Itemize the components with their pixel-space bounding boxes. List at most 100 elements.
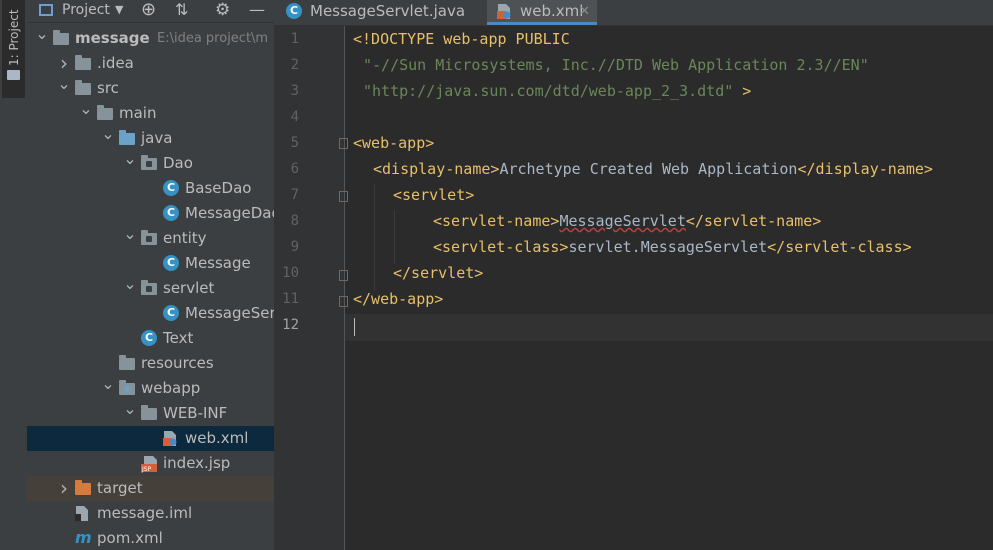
project-tool-tab-label: 1: Project [7,9,21,66]
tree-item-idea[interactable]: › .idea [27,51,274,76]
xml-file-icon [497,4,511,19]
tree-item-pom-xml[interactable]: m pom.xml [27,526,274,550]
doctype-token: > [733,82,752,100]
tree-item-resources[interactable]: resources [27,351,274,376]
chevron-down-icon[interactable]: ▼ [115,0,123,22]
tree-item-target[interactable]: › target [27,476,274,501]
class-icon: C [163,305,179,321]
chevron-down-icon[interactable]: ⌄ [123,226,137,251]
tree-item-basedao[interactable]: C BaseDao [27,176,274,201]
line-number: 5 [290,135,299,151]
code-line-11: </web-app> [353,286,443,312]
tree-item-message[interactable]: C Message [27,251,274,276]
text-token: servlet.MessageServlet [568,238,768,256]
chevron-right-icon[interactable]: › [57,476,71,501]
tree-item-label: Dao [163,154,193,172]
hide-panel-icon[interactable]: — [249,0,265,22]
tab-messageservlet-java[interactable]: C MessageServlet.java [278,0,483,25]
chevron-down-icon[interactable]: ⌄ [101,376,115,401]
chevron-down-icon[interactable]: ⌄ [79,101,93,126]
tree-item-label: web.xml [185,429,249,447]
jsp-file-icon: JSP [141,456,157,473]
tree-item-messagedao[interactable]: C MessageDao [27,201,274,226]
folder-icon [141,405,157,420]
line-number: 7 [290,187,299,203]
tree-item-message-iml[interactable]: message.iml [27,501,274,526]
tree-item-src[interactable]: ⌄ src [27,76,274,101]
chevron-down-icon[interactable]: ⌄ [35,26,49,51]
line-number-gutter: 1 2 3 4 5 6 7 8 9 10 11 12 [274,26,344,550]
tree-item-label: .idea [97,54,134,72]
tree-item-label: pom.xml [97,529,163,547]
package-icon [141,155,157,170]
tree-item-servlet[interactable]: ⌄ servlet [27,276,274,301]
chevron-down-icon[interactable]: ⌄ [57,76,71,101]
tag-token: <servlet-class> [433,238,569,256]
indent-guide [374,184,375,290]
tree-item-label: java [141,129,173,147]
package-icon [141,230,157,245]
chevron-right-icon[interactable]: › [57,51,71,76]
tree-item-java[interactable]: ⌄ java [27,126,274,151]
tree-item-label: message.iml [97,504,193,522]
tree-item-webapp[interactable]: ⌄ webapp [27,376,274,401]
code-line-12 [353,314,363,340]
tree-item-dao[interactable]: ⌄ Dao [27,151,274,176]
svg-text:JSP: JSP [141,466,152,473]
tag-token: </display-name> [797,160,933,178]
editor-area: C MessageServlet.java web.xml ✕ 12345678… [274,0,993,550]
chevron-down-icon[interactable]: ⌄ [101,126,115,151]
chevron-down-icon[interactable]: ⌄ [123,151,137,176]
fold-marker-icon[interactable] [339,270,348,281]
package-icon [141,280,157,295]
fold-marker-icon[interactable] [339,296,348,307]
maven-file-icon: m [75,528,92,547]
code-line-9: <servlet-class>servlet.MessageServlet</s… [433,234,912,260]
tree-item-label: entity [163,229,207,247]
text-caret [354,318,355,336]
tab-web-xml[interactable]: web.xml ✕ [487,0,597,25]
gear-icon[interactable]: ⚙ [215,0,230,22]
tree-item-index-jsp[interactable]: JSP index.jsp [27,451,274,476]
tree-item-message[interactable]: ⌄ message E:\idea project\m [27,26,274,51]
class-icon: C [163,255,179,271]
collapse-all-icon[interactable]: ⇅ [175,0,188,22]
line-number: 10 [282,265,299,281]
chevron-down-icon[interactable]: ⌄ [123,401,137,426]
module-path: E:\idea project\m [157,31,269,46]
tree-item-web-xml[interactable]: web.xml [27,426,274,451]
tree-item-entity[interactable]: ⌄ entity [27,226,274,251]
tree-item-label: Message [185,254,251,272]
chevron-down-icon[interactable]: ⌄ [123,276,137,301]
tree-item-messageservlet[interactable]: C MessageServlet [27,301,274,326]
tree-item-main[interactable]: ⌄ main [27,101,274,126]
tree-item-text[interactable]: C Text [27,326,274,351]
project-view-selector[interactable]: Project [62,0,110,22]
resources-folder-icon [119,355,135,370]
code-line-6: <display-name>Archetype Created Web Appl… [373,156,933,182]
tool-window-strip: 1: Project [0,0,28,550]
folder-icon [7,70,20,80]
fold-marker-icon[interactable] [339,191,348,202]
tree-item-label: index.jsp [163,454,231,472]
project-view-icon [39,4,53,16]
class-icon: C [141,330,157,346]
project-panel: Project ▼ ⊕ ⇅ ⚙ — ⌄ message E:\idea projec… [27,0,274,550]
tag-token: <web-app> [353,134,435,152]
folder-icon [75,55,91,70]
line-number: 3 [290,83,299,99]
line-number: 4 [290,109,299,125]
string-token: "-//Sun Microsystems, Inc.//DTD Web Appl… [363,56,869,74]
code-line-5: <web-app> [353,130,434,156]
tag-token: <display-name> [373,160,500,178]
text-token: Archetype Created Web Application [499,160,798,178]
string-token: "http://java.sun.com/dtd/web-app_2_3.dtd… [363,82,734,100]
line-number: 2 [290,57,299,73]
locate-icon[interactable]: ⊕ [141,0,156,22]
tree-item-label: main [119,104,157,122]
tree-item-web-inf[interactable]: ⌄ WEB-INF [27,401,274,426]
close-icon[interactable]: ✕ [579,0,590,23]
project-tool-tab[interactable]: 1: Project [2,0,25,98]
doctype-token: <!DOCTYPE web-app PUBLIC [353,30,570,48]
fold-marker-icon[interactable] [339,138,348,149]
